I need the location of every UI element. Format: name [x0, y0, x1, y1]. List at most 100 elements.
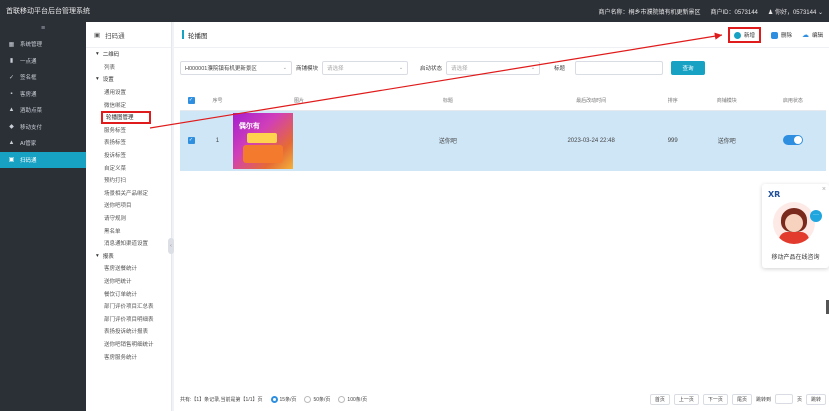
sidebar-item-ai-butler[interactable]: ▲ AI管家: [0, 135, 86, 152]
header-index: 序号: [202, 92, 233, 111]
submenu-item-carousel[interactable]: 轮播图管理: [101, 110, 151, 124]
chat-widget[interactable]: XR × ··· 移动产品在线咨询: [762, 184, 829, 268]
page-size-100[interactable]: 100条/页: [338, 395, 368, 403]
merchant-value: H000001濮院镇有机更新景区: [185, 66, 257, 72]
sidebar-item-payment[interactable]: ◆ 移动支付: [0, 119, 86, 136]
edit-button[interactable]: ☁ 编辑: [802, 31, 823, 39]
submenu-item-scene-products[interactable]: 场景相关产品绑定: [86, 187, 171, 200]
status-select[interactable]: 请选择 ⌄: [446, 61, 541, 75]
group-label: 二维码: [102, 52, 120, 59]
go-button[interactable]: 跳转: [805, 393, 826, 405]
row-checkbox[interactable]: ✓: [180, 110, 203, 171]
query-button[interactable]: 查询: [671, 61, 706, 75]
header-select-all[interactable]: ✓: [180, 92, 203, 111]
new-button[interactable]: 新增: [727, 27, 761, 43]
submenu-item-general[interactable]: 通用设置: [86, 86, 171, 99]
page-size-label: 100条/页: [347, 396, 368, 403]
page-jump-input[interactable]: [774, 394, 793, 404]
merchant-select[interactable]: H000001濮院镇有机更新景区 ⌄: [180, 61, 292, 75]
submenu-item-wechat[interactable]: 微信绑定: [86, 98, 171, 111]
table-row[interactable]: ✓ 1 偶尔有 送你吧 2023-03-24 22:48 999 送你吧: [180, 110, 826, 171]
sidebar-item-label: 一点通: [20, 58, 37, 65]
sidebar-item-rooms[interactable]: ▪ 客房通: [0, 86, 86, 103]
prev-page-button[interactable]: 上一页: [673, 393, 699, 405]
delete-label: 删除: [780, 33, 792, 39]
sidebar-item-signature[interactable]: ✓ 签名框: [0, 69, 86, 86]
checkbox-icon: ✓: [187, 137, 195, 144]
submenu-item-cleaning[interactable]: 预约打扫: [86, 174, 171, 187]
sidebar-item-ordering[interactable]: ▲ 酒助点菜: [0, 102, 86, 119]
app-title: 首联移动平台后台管理系统: [6, 8, 90, 15]
next-page-button[interactable]: 下一页: [702, 393, 728, 405]
submenu-item-praise-tags[interactable]: 表扬标签: [86, 136, 171, 149]
submenu-item-songniba-stats[interactable]: 送你吧统计: [86, 275, 171, 288]
last-page-button[interactable]: 尾页: [731, 393, 752, 405]
jump-label: 跳转到: [755, 396, 771, 403]
bar-chart-icon: ▮: [9, 58, 14, 65]
submenu-group-qrcode[interactable]: ▾ 二维码: [86, 48, 171, 61]
sidebar-item-label: 酒助点菜: [20, 108, 43, 115]
submenu-item-dept-detail[interactable]: 部门评价项目明细表: [86, 312, 171, 325]
submenu-group-settings[interactable]: ▾ 设置: [86, 73, 171, 86]
sidebar-item-yidiantong[interactable]: ▮ 一点通: [0, 53, 86, 70]
title-input[interactable]: [575, 61, 664, 75]
pager-summary: 共有:【1】条记录,当前是第【1/1】页: [180, 396, 263, 403]
module-select[interactable]: 请选择 ⌄: [322, 61, 409, 75]
radio-selected-icon: [270, 395, 278, 403]
page-label: 页: [796, 396, 802, 403]
module-label: 商铺模块: [296, 66, 319, 72]
submenu-item-service-tags[interactable]: 服务标签: [86, 124, 171, 137]
thumbnail-banner: [246, 132, 277, 143]
page-size-label: 50条/页: [313, 396, 331, 403]
submenu-title: 扫码通: [105, 32, 125, 40]
page-title: 轮播图: [188, 32, 208, 40]
page-size-15[interactable]: 15条/页: [270, 395, 297, 403]
sidebar-item-system[interactable]: ▦ 系统管理: [0, 36, 86, 53]
page-size-label: 15条/页: [279, 396, 297, 403]
submenu-item-songniba[interactable]: 送你吧项目: [86, 199, 171, 212]
row-enabled: [759, 110, 826, 171]
user-menu[interactable]: ♟ 你好，0573144 ⌄: [768, 7, 823, 16]
cloud-icon: ☁: [801, 32, 809, 39]
enabled-toggle[interactable]: [782, 134, 803, 145]
row-modified: 2023-03-24 22:48: [530, 110, 652, 171]
submenu-item-notify[interactable]: 消息通知渠道设置: [86, 237, 171, 250]
caret-down-icon: ▾: [96, 252, 99, 259]
group-label: 设置: [102, 77, 114, 84]
submenu-item-dining-stats[interactable]: 餐饮订单统计: [86, 287, 171, 300]
plus-circle-icon: [733, 31, 741, 39]
row-title: 送你吧: [365, 110, 531, 171]
row-image: 偶尔有: [232, 110, 366, 171]
sidebar-item-scan[interactable]: ▣ 扫码通: [0, 151, 86, 168]
submenu-group-reports[interactable]: ▾ 报表: [86, 250, 171, 263]
submenu-item-blacklist[interactable]: 黑名单: [86, 224, 171, 237]
submenu-item-room-delivery[interactable]: 客房送餐统计: [86, 262, 171, 275]
submenu-item-custom-menu[interactable]: 自定义菜: [86, 161, 171, 174]
submenu-item-praise-report[interactable]: 表扬投诉统计报表: [86, 325, 171, 338]
title-accent: [182, 30, 184, 39]
menu-toggle-icon[interactable]: ≡: [0, 22, 86, 36]
header-module: 商铺模块: [693, 92, 760, 111]
delete-button[interactable]: 删除: [770, 31, 792, 39]
submenu-item-dept-summary[interactable]: 部门评价项目汇总表: [86, 300, 171, 313]
chevron-down-icon: ⌄: [817, 9, 823, 16]
close-icon[interactable]: ×: [822, 186, 826, 193]
chevron-down-icon: ⌄: [282, 65, 287, 71]
row-sort: 999: [651, 110, 694, 171]
chat-widget-label: 移动产品在线咨询: [771, 255, 820, 261]
submenu-item-list[interactable]: 列表: [86, 61, 171, 74]
grid-icon: ▦: [8, 41, 15, 48]
first-page-button[interactable]: 首页: [649, 393, 670, 405]
scan-icon: ▣: [8, 157, 15, 164]
carousel-thumbnail: 偶尔有: [232, 112, 293, 169]
submenu-item-room-service[interactable]: 客房服务统计: [86, 350, 171, 363]
caret-down-icon: ▾: [96, 51, 99, 58]
page-size-50[interactable]: 50条/页: [304, 395, 331, 403]
submenu-item-rules[interactable]: 请守规则: [86, 212, 171, 225]
submenu-item-sales-detail[interactable]: 送你吧销售明细统计: [86, 338, 171, 351]
user-icon: ♟: [767, 9, 774, 16]
thumbnail-text: 偶尔有: [238, 120, 260, 130]
avatar-face: [785, 214, 803, 232]
submenu-item-complaint-tags[interactable]: 投诉标签: [86, 149, 171, 162]
radio-icon: [338, 395, 346, 403]
